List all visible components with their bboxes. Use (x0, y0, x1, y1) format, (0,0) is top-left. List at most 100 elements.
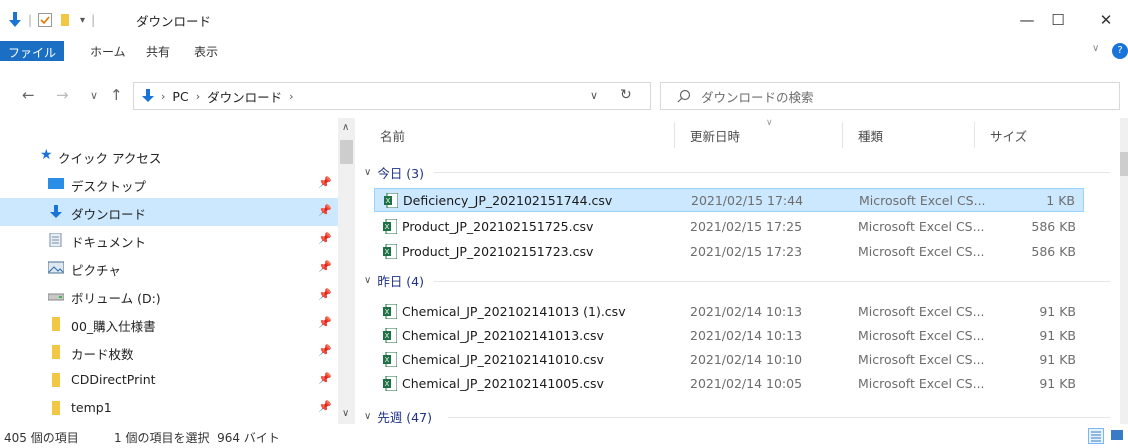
file-row[interactable]: X Chemical_JP_202102141013 (1).csv 2021/… (374, 300, 1084, 324)
collapse-chevron-icon[interactable]: ∨ (364, 275, 371, 286)
nav-item-folder-temp1[interactable]: temp1 📌 (0, 394, 338, 422)
navigation-bar: ← → ∨ ↑ › PC › ダウンロード › ∨ ↻ ダウンロードの検索 (0, 78, 1128, 114)
nav-scrollbar[interactable]: ∧ ∨ (338, 118, 355, 424)
scroll-thumb[interactable] (340, 140, 353, 164)
help-icon[interactable]: ? (1112, 43, 1128, 59)
pin-icon[interactable]: 📌 (318, 372, 332, 385)
file-name: Chemical_JP_202102141013.csv (402, 328, 604, 343)
pin-icon[interactable]: 📌 (318, 232, 332, 245)
group-divider (434, 281, 1110, 282)
svg-text:X: X (385, 333, 390, 340)
file-row[interactable]: X Product_JP_202102151725.csv 2021/02/15… (374, 215, 1084, 239)
search-input[interactable]: ダウンロードの検索 (660, 82, 1120, 110)
nav-item-folder-cards[interactable]: カード枚数 📌 (0, 338, 338, 366)
svg-text:X: X (385, 357, 390, 364)
tab-home[interactable]: ホーム (90, 41, 126, 61)
nav-item-desktop[interactable]: デスクトップ 📌 (0, 170, 338, 198)
customize-toolbar-icon[interactable]: ▾ (80, 15, 85, 26)
folder-icon (52, 345, 60, 359)
recent-locations-icon[interactable]: ∨ (90, 89, 98, 102)
breadcrumb-downloads[interactable]: ダウンロード (207, 87, 282, 106)
nav-item-label: ピクチャ (71, 263, 121, 278)
large-icons-view-icon[interactable] (1110, 428, 1126, 444)
new-folder-icon[interactable] (58, 13, 72, 27)
excel-csv-icon: X (383, 352, 397, 367)
breadcrumb-separator[interactable]: › (289, 90, 293, 103)
close-button[interactable]: ✕ (1086, 6, 1126, 34)
collapse-chevron-icon[interactable]: ∨ (364, 167, 371, 178)
file-name: Chemical_JP_202102141013 (1).csv (402, 304, 626, 319)
group-header-last-week[interactable]: ∨ 先週 (47) (364, 406, 432, 425)
file-row[interactable]: X Chemical_JP_202102141013.csv 2021/02/1… (374, 324, 1084, 348)
file-type: Microsoft Excel CS... (858, 244, 985, 259)
down-arrow-icon[interactable] (8, 12, 22, 28)
column-header-date[interactable]: 更新日時 (690, 126, 740, 145)
window-title: ダウンロード (136, 14, 212, 29)
document-icon (49, 233, 62, 247)
details-view-icon[interactable] (1088, 428, 1104, 444)
address-bar[interactable]: › PC › ダウンロード › ∨ ↻ (133, 82, 651, 110)
group-label: 今日 (3) (377, 165, 425, 181)
nav-item-quick-access[interactable]: ★ クイック アクセス (0, 142, 338, 170)
tab-file[interactable]: ファイル (0, 41, 64, 61)
file-size: 91 KB (1039, 328, 1076, 343)
column-divider[interactable] (842, 122, 843, 148)
column-divider[interactable] (974, 122, 975, 148)
tab-view[interactable]: 表示 (194, 41, 218, 61)
toolbar-divider: | (91, 13, 96, 27)
file-row[interactable]: X Deficiency_JP_202102151744.csv 2021/02… (374, 188, 1084, 212)
pin-icon[interactable]: 📌 (318, 316, 332, 329)
up-arrow-icon[interactable]: ↑ (110, 86, 123, 104)
quick-access-toolbar: | ▾ | (8, 10, 101, 30)
column-divider[interactable] (674, 122, 675, 148)
folder-icon (52, 317, 60, 331)
nav-item-documents[interactable]: ドキュメント 📌 (0, 226, 338, 254)
column-header-size[interactable]: サイズ (990, 126, 1027, 145)
properties-check-icon[interactable] (38, 13, 53, 27)
ribbon-expand-icon[interactable]: ∨ (1092, 41, 1099, 61)
toolbar-divider: | (28, 13, 33, 27)
nav-item-folder-cddirectprint[interactable]: CDDirectPrint 📌 (0, 366, 338, 394)
group-header-yesterday[interactable]: ∨ 昨日 (4) (364, 270, 424, 290)
pin-icon[interactable]: 📌 (318, 344, 332, 357)
address-dropdown-icon[interactable]: ∨ (590, 89, 598, 102)
file-size: 586 KB (1031, 244, 1076, 259)
breadcrumb-pc[interactable]: PC (172, 89, 188, 104)
file-list-scrollbar[interactable] (1120, 118, 1128, 424)
pin-icon[interactable]: 📌 (318, 204, 332, 217)
nav-item-downloads[interactable]: ダウンロード 📌 (0, 198, 338, 226)
group-header-today[interactable]: ∨ 今日 (3) (364, 162, 424, 182)
selection-info: 1 個の項目を選択 964 バイト (114, 431, 280, 445)
nav-item-folder-spec[interactable]: 00_購入仕様書 📌 (0, 310, 338, 338)
scroll-down-icon[interactable]: ∨ (342, 408, 349, 419)
refresh-icon[interactable]: ↻ (620, 87, 632, 103)
pin-icon[interactable]: 📌 (318, 288, 332, 301)
nav-item-label: CDDirectPrint (71, 372, 156, 387)
file-type: Microsoft Excel CS... (858, 304, 985, 319)
maximize-button[interactable]: ☐ (1038, 6, 1078, 34)
pin-icon[interactable]: 📌 (318, 260, 332, 273)
nav-item-pictures[interactable]: ピクチャ 📌 (0, 254, 338, 282)
column-header-name[interactable]: 名前 (380, 126, 405, 145)
file-size: 91 KB (1039, 352, 1076, 367)
breadcrumb-separator[interactable]: › (196, 90, 200, 103)
file-type: Microsoft Excel CS... (858, 219, 985, 234)
tab-share[interactable]: 共有 (146, 41, 170, 61)
collapse-chevron-icon[interactable]: ∨ (364, 411, 371, 422)
download-icon (50, 205, 62, 218)
sort-indicator-icon: ∨ (766, 118, 773, 128)
pin-icon[interactable]: 📌 (318, 400, 332, 413)
column-header-type[interactable]: 種類 (858, 126, 883, 145)
file-date: 2021/02/15 17:25 (690, 219, 803, 234)
scroll-thumb[interactable] (1120, 152, 1128, 176)
nav-item-label: 00_購入仕様書 (71, 319, 156, 334)
back-arrow-icon[interactable]: ← (22, 86, 35, 104)
file-row[interactable]: X Chemical_JP_202102141010.csv 2021/02/1… (374, 348, 1084, 372)
pin-icon[interactable]: 📌 (318, 176, 332, 189)
scroll-up-icon[interactable]: ∧ (342, 122, 349, 133)
file-name: Product_JP_202102151725.csv (402, 219, 594, 234)
file-row[interactable]: X Product_JP_202102151723.csv 2021/02/15… (374, 240, 1084, 264)
file-row[interactable]: X Chemical_JP_202102141005.csv 2021/02/1… (374, 372, 1084, 396)
nav-item-drive-d[interactable]: ボリューム (D:) 📌 (0, 282, 338, 310)
forward-arrow-icon[interactable]: → (56, 86, 69, 104)
